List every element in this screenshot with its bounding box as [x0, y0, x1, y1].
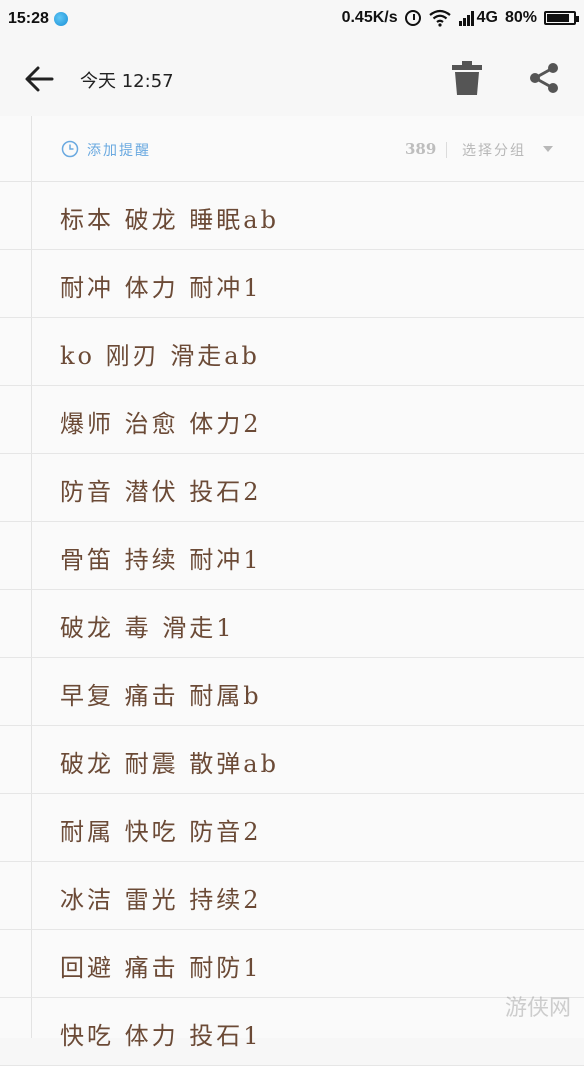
- note-line-text: 耐属 快吃 防音2: [60, 818, 262, 846]
- note-line-text: 回避 痛击 耐防1: [60, 954, 262, 982]
- note-line: 冰洁 雷光 持续2: [0, 862, 584, 930]
- clock-icon[interactable]: [61, 140, 79, 158]
- dropdown-caret-icon[interactable]: [543, 146, 553, 152]
- back-arrow-icon[interactable]: [22, 62, 56, 96]
- note-line: 标本 破龙 睡眠ab: [0, 182, 584, 250]
- note-line-text: 快吃 体力 投石1: [60, 1022, 262, 1050]
- note-line: 回避 痛击 耐防1: [0, 930, 584, 998]
- meta-divider: [446, 142, 447, 158]
- note-line-text: 冰洁 雷光 持续2: [60, 886, 262, 914]
- network-type: 4G: [476, 9, 498, 26]
- note-paper[interactable]: 添加提醒 389 选择分组 标本 破龙 睡眠ab 耐冲 体力 耐冲1 ko 刚刃…: [0, 116, 584, 1066]
- note-line: 耐属 快吃 防音2: [0, 794, 584, 862]
- note-line-text: 早复 痛击 耐属b: [60, 682, 262, 710]
- note-line-text: 爆师 治愈 体力2: [60, 410, 262, 438]
- watermark-logo: 游侠网: [505, 996, 572, 1021]
- add-reminder-button[interactable]: 添加提醒: [87, 140, 151, 160]
- note-line-text: 耐冲 体力 耐冲1: [60, 274, 262, 302]
- note-line-text: 破龙 毒 滑走1: [60, 614, 235, 642]
- status-right: 0.45K/s 4G 80%: [341, 9, 579, 27]
- character-count: 389: [405, 140, 437, 158]
- note-timestamp-title: 今天 12:57: [80, 71, 174, 92]
- note-line: 防音 潜伏 投石2: [0, 454, 584, 522]
- note-body[interactable]: 标本 破龙 睡眠ab 耐冲 体力 耐冲1 ko 刚刃 滑走ab 爆师 治愈 体力…: [0, 182, 584, 1066]
- top-toolbar: 今天 12:57: [0, 40, 584, 117]
- note-line-text: 骨笛 持续 耐冲1: [60, 546, 262, 574]
- status-time: 15:28: [8, 10, 49, 27]
- share-icon[interactable]: [527, 61, 561, 95]
- note-line: 破龙 毒 滑走1: [0, 590, 584, 658]
- battery-icon: [544, 11, 579, 25]
- network-speed: 0.45K/s: [341, 9, 398, 26]
- battery-percent: 80%: [504, 9, 537, 26]
- note-line: 快吃 体力 投石1: [0, 998, 584, 1066]
- note-line: 早复 痛击 耐属b: [0, 658, 584, 726]
- browser-notification-icon: [54, 12, 68, 26]
- alarm-icon: [404, 10, 421, 26]
- signal-icon: [458, 10, 474, 26]
- note-line-text: 标本 破龙 睡眠ab: [60, 206, 279, 234]
- note-line-text: 破龙 耐震 散弹ab: [60, 750, 279, 778]
- note-line: 耐冲 体力 耐冲1: [0, 250, 584, 318]
- note-meta-row: 添加提醒 389 选择分组: [0, 116, 584, 182]
- note-line: 破龙 耐震 散弹ab: [0, 726, 584, 794]
- note-line: ko 刚刃 滑走ab: [0, 318, 584, 386]
- wifi-icon: [428, 9, 451, 27]
- note-line-text: 防音 潜伏 投石2: [60, 478, 262, 506]
- select-group-button[interactable]: 选择分组: [462, 140, 526, 160]
- note-line: 爆师 治愈 体力2: [0, 386, 584, 454]
- note-line: 骨笛 持续 耐冲1: [0, 522, 584, 590]
- trash-icon[interactable]: [451, 60, 483, 96]
- status-bar: 15:28 0.45K/s 4G 80%: [0, 0, 584, 40]
- note-line-text: ko 刚刃 滑走ab: [60, 342, 260, 370]
